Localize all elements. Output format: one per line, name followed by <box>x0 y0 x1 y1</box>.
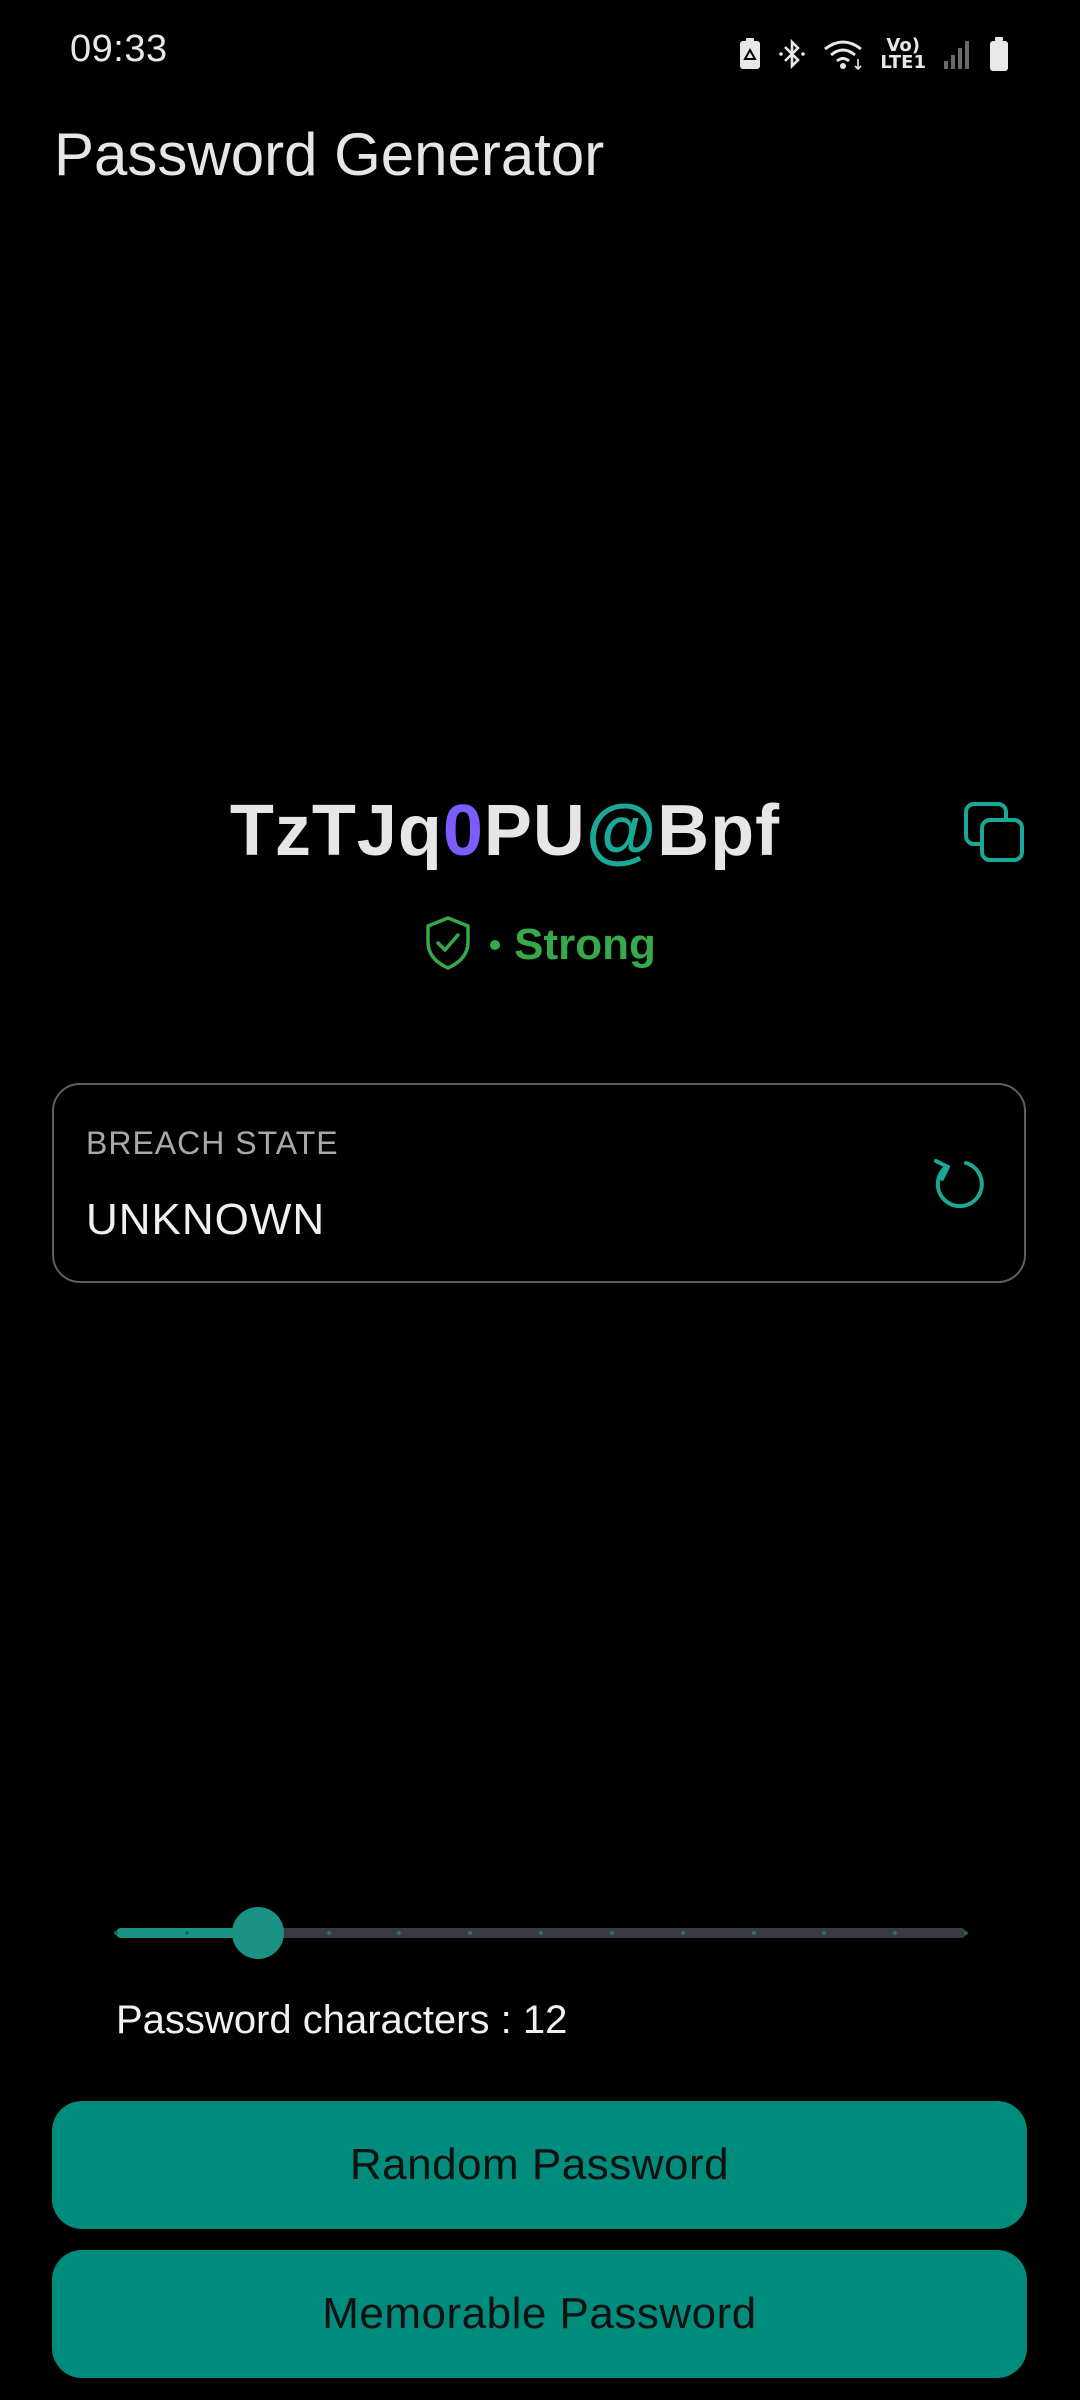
strength-indicator: Strong <box>0 915 1080 975</box>
password-length-label: Password characters : 12 <box>116 1998 568 2042</box>
generated-password: TzTJq0PU@Bpf <box>0 790 1010 872</box>
slider-tick <box>326 1931 331 1935</box>
slider-tick <box>539 1931 543 1935</box>
slider-tick <box>184 1931 189 1935</box>
refresh-icon <box>934 1159 984 1209</box>
slider-tick <box>680 1931 685 1935</box>
bluetooth-icon <box>778 37 806 71</box>
password-segment-letters: TzTJq <box>229 791 443 871</box>
page-title: Password Generator <box>54 121 605 188</box>
password-length-slider[interactable] <box>114 1905 968 1961</box>
shield-check-icon <box>424 915 472 976</box>
copy-icon <box>964 802 1024 862</box>
lte-line2: LTE1 <box>880 52 926 73</box>
password-display: TzTJq0PU@Bpf <box>0 790 1080 890</box>
signal-icon <box>942 37 972 71</box>
copy-button[interactable] <box>962 800 1028 866</box>
password-segment-digit: 0 <box>442 791 484 871</box>
breach-state-value: UNKNOWN <box>86 1195 326 1244</box>
status-time: 09:33 <box>70 28 168 70</box>
battery-icon <box>988 36 1010 72</box>
battery-saver-icon <box>738 37 762 71</box>
slider-tick <box>114 1931 118 1935</box>
password-segment-letters: Bpf <box>657 791 781 871</box>
volte-lte1-icon: Vo) LTE1 <box>880 37 926 73</box>
strength-label: Strong <box>514 920 656 969</box>
strength-dot <box>490 940 501 950</box>
slider-tick <box>609 1931 614 1935</box>
memorable-password-button[interactable]: Memorable Password <box>52 2250 1027 2378</box>
wifi-icon <box>822 37 864 71</box>
breach-state-label: BREACH STATE <box>86 1125 339 1161</box>
slider-tick <box>964 1931 968 1935</box>
slider-thumb[interactable] <box>231 1907 284 1959</box>
password-segment-symbol: @ <box>585 791 658 871</box>
refresh-breach-button[interactable] <box>926 1151 990 1215</box>
status-bar: 09:33 Vo) LTE1 <box>0 0 1080 110</box>
random-password-button[interactable]: Random Password <box>52 2101 1027 2229</box>
password-segment-letters: PU <box>483 791 586 871</box>
slider-tick <box>751 1931 756 1935</box>
status-icons: Vo) LTE1 <box>738 30 1010 78</box>
breach-state-card: BREACH STATE UNKNOWN <box>52 1083 1026 1283</box>
